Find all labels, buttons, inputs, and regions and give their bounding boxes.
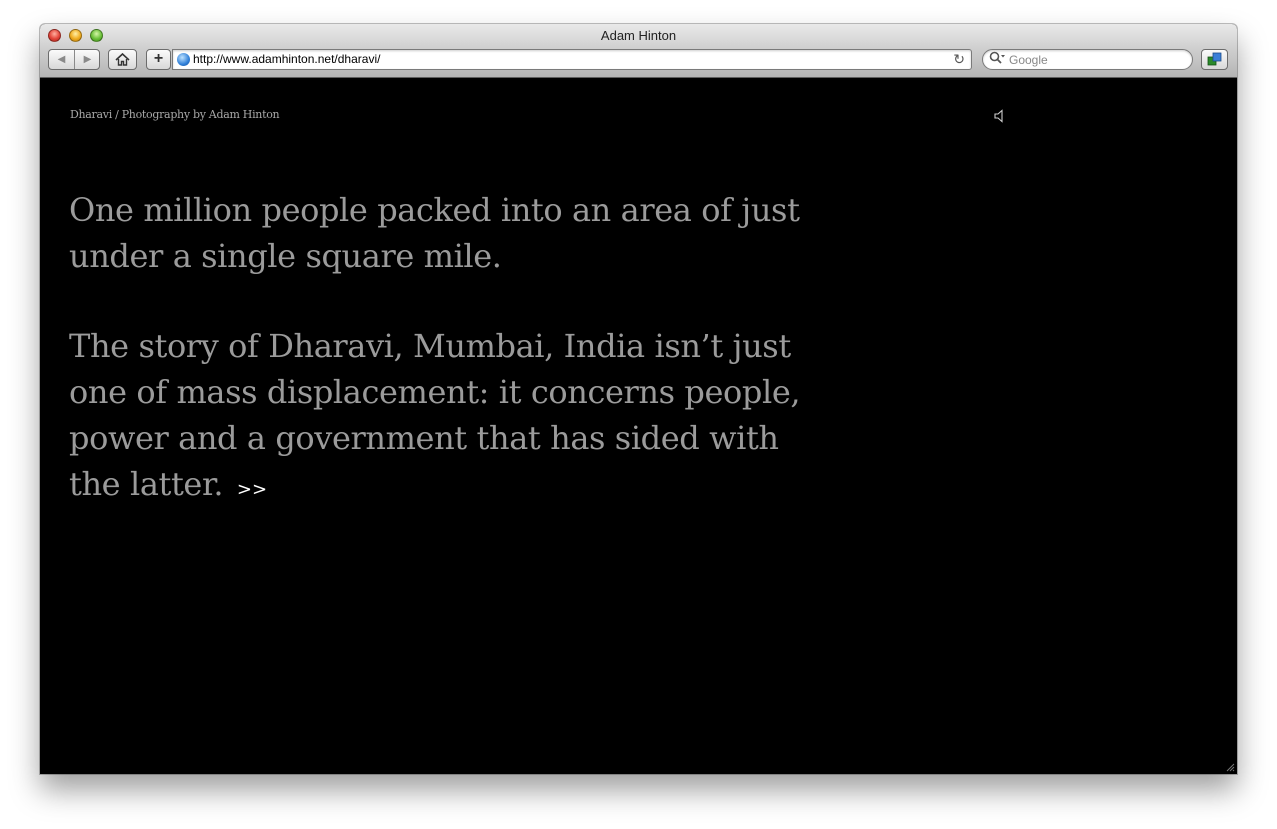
back-button[interactable]: ◀ (49, 50, 75, 69)
search-icon[interactable] (989, 51, 1005, 68)
globe-icon (177, 53, 190, 66)
plus-icon: + (153, 50, 164, 67)
browser-window: Adam Hinton ◀ ▶ + http://www.adamhinton.… (40, 24, 1237, 774)
story-body: The story of Dharavi, Mumbai, India isn’… (69, 327, 801, 503)
bookmarks-icon (1207, 52, 1222, 66)
home-icon (115, 52, 130, 66)
search-field[interactable] (982, 49, 1193, 70)
title-bar: Adam Hinton ◀ ▶ + http://www.adamhinton.… (40, 24, 1237, 78)
forward-arrow-icon: ▶ (83, 54, 92, 65)
window-title: Adam Hinton (600, 28, 677, 43)
read-more-link[interactable]: >> (237, 479, 267, 500)
search-input[interactable] (1009, 51, 1179, 68)
resize-grip-icon[interactable] (1225, 762, 1235, 772)
back-arrow-icon: ◀ (57, 54, 66, 65)
page-content: Dharavi / Photography by Adam Hinton One… (40, 78, 1237, 774)
speaker-icon[interactable] (994, 109, 1006, 123)
url-text[interactable]: http://www.adamhinton.net/dharavi/ (193, 52, 380, 66)
site-title[interactable]: Dharavi / Photography by Adam Hinton (70, 108, 280, 121)
address-bar[interactable]: http://www.adamhinton.net/dharavi/ ↻ (172, 49, 972, 70)
story-text: The story of Dharavi, Mumbai, India isn’… (69, 323, 809, 513)
add-bookmark-button[interactable]: + (146, 49, 171, 70)
reload-icon[interactable]: ↻ (953, 51, 965, 68)
back-forward-buttons: ◀ ▶ (48, 49, 100, 70)
intro-text: One million people packed into an area o… (69, 191, 800, 275)
forward-button[interactable]: ▶ (75, 50, 100, 69)
snapback-button[interactable] (1201, 49, 1228, 70)
home-button[interactable] (108, 49, 137, 70)
